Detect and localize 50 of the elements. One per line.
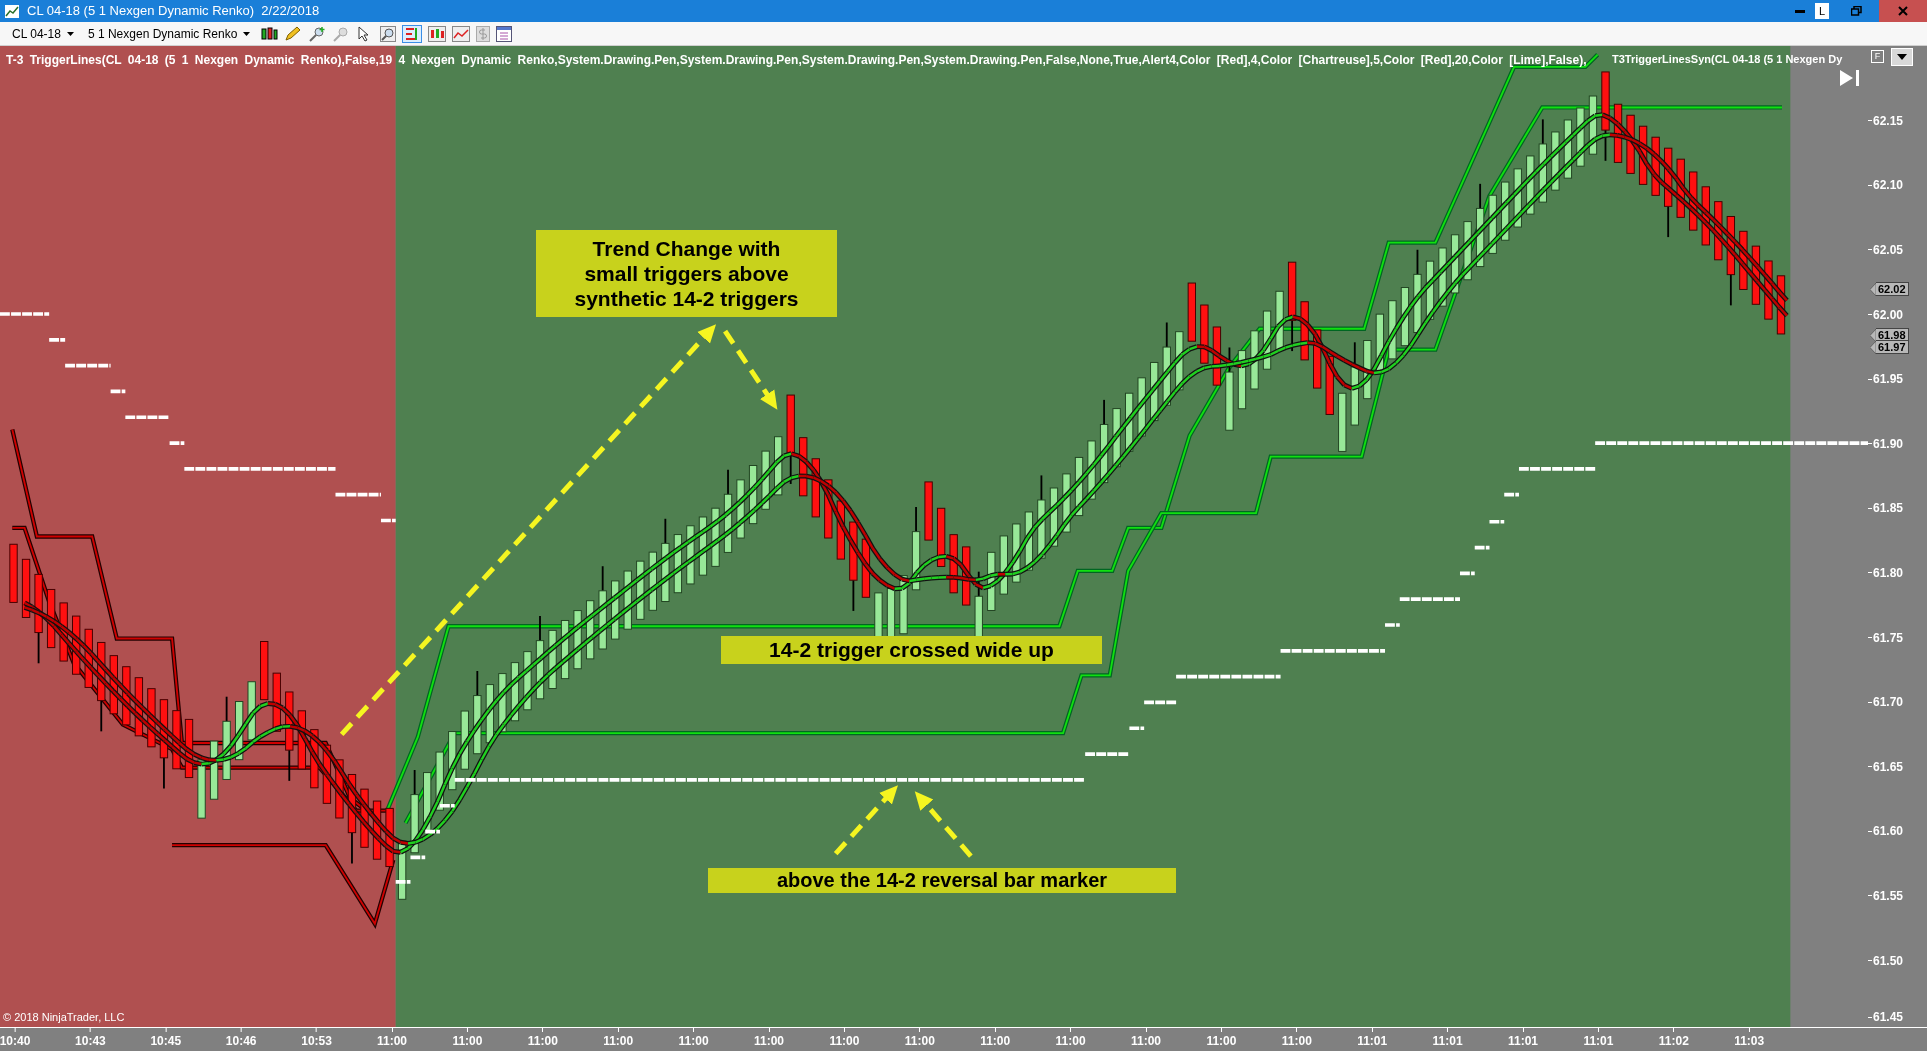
price-axis-label: 62.15 [1873,112,1904,130]
price-axis-label: 62.10 [1873,177,1904,195]
time-axis-label: 11:00 [1055,1033,1086,1050]
time-axis-label: 11:00 [904,1033,935,1050]
time-axis-label: 11:00 [377,1033,407,1050]
time-axis-label: 10:45 [150,1033,182,1050]
price-axis-label: 62.05 [1873,241,1904,259]
annotation-callout: Trend Change with small triggers above synthetic 14-2 triggers [536,230,837,317]
time-axis-label: 11:01 [1432,1033,1463,1050]
price-axis-label: 61.75 [1873,629,1904,647]
price-axis-label: 61.55 [1873,887,1904,905]
time-axis-label: 11:00 [603,1033,634,1050]
price-axis-label: 61.90 [1873,435,1904,453]
time-axis-label: 11:00 [527,1033,558,1050]
price-axis-label: 61.95 [1873,371,1904,389]
price-axis-label: 61.85 [1873,500,1904,518]
annotation-callout: 14-2 trigger crossed wide up [721,636,1102,664]
price-axis-label: 61.50 [1873,952,1904,970]
indicator-label: T3TriggerLinesSyn(CL 04-18 (5 1 Nexgen Dy [1612,52,1843,67]
time-axis-label: 11:00 [1131,1033,1161,1050]
time-axis-label: 11:00 [829,1033,860,1050]
time-axis-label: 11:03 [1734,1033,1765,1050]
panel-button[interactable]: F [1871,50,1884,63]
price-axis-label: 61.45 [1873,1009,1904,1026]
time-axis-label: 10:46 [225,1033,257,1050]
time-axis-label: 11:00 [754,1033,784,1050]
bar-type-dropdown[interactable]: 5 1 Nexgen Dynamic Renko [83,24,255,43]
time-axis-label: 11:01 [1357,1033,1388,1050]
time-axis-label: 11:00 [1206,1033,1237,1050]
copyright-text: © 2018 NinjaTrader, LLC [3,1009,125,1025]
price-axis-label: 62.00 [1873,306,1904,324]
time-axis-label: 10:43 [75,1033,106,1050]
annotation-callout: above the 14-2 reversal bar marker [708,868,1176,893]
price-axis-label: 61.65 [1873,758,1904,776]
price-axis-label: 61.80 [1873,564,1904,582]
indicator-label: T-3 TriggerLines(CL 04-18 (5 1 Nexgen Dynamic Renko),False,19 4 Nexgen Dynamic Renko,System.Drawing.Pen,System.Drawing.Pen,System.Drawing.Pen,System.Drawing.Pen,False,None,True,Alert4,Color [Red],4,Color [Chartreuse],5,Color [Red],20,Color [Lime],False), [6,52,1587,69]
layout-badge: L [1815,3,1829,19]
price-axis-label: 61.70 [1873,694,1904,712]
time-axis-label: 11:01 [1583,1033,1614,1050]
time-axis-label: 10:40 [0,1033,31,1050]
time-axis-label: 10:53 [301,1033,332,1050]
time-axis-label: 11:02 [1658,1033,1689,1050]
time-axis-label: 11:00 [1281,1033,1312,1050]
window-title: CL 04-18 (5 1 Nexgen Dynamic Renko) 2/22/2018 [27,2,320,21]
time-axis-label: 11:00 [452,1033,483,1050]
price-axis-label: 61.60 [1873,823,1904,841]
time-axis-label: 11:00 [678,1033,709,1050]
time-axis-label: 11:01 [1508,1033,1538,1050]
instrument-dropdown[interactable]: CL 04-18 [8,24,78,43]
time-axis-label: 11:00 [980,1033,1011,1050]
